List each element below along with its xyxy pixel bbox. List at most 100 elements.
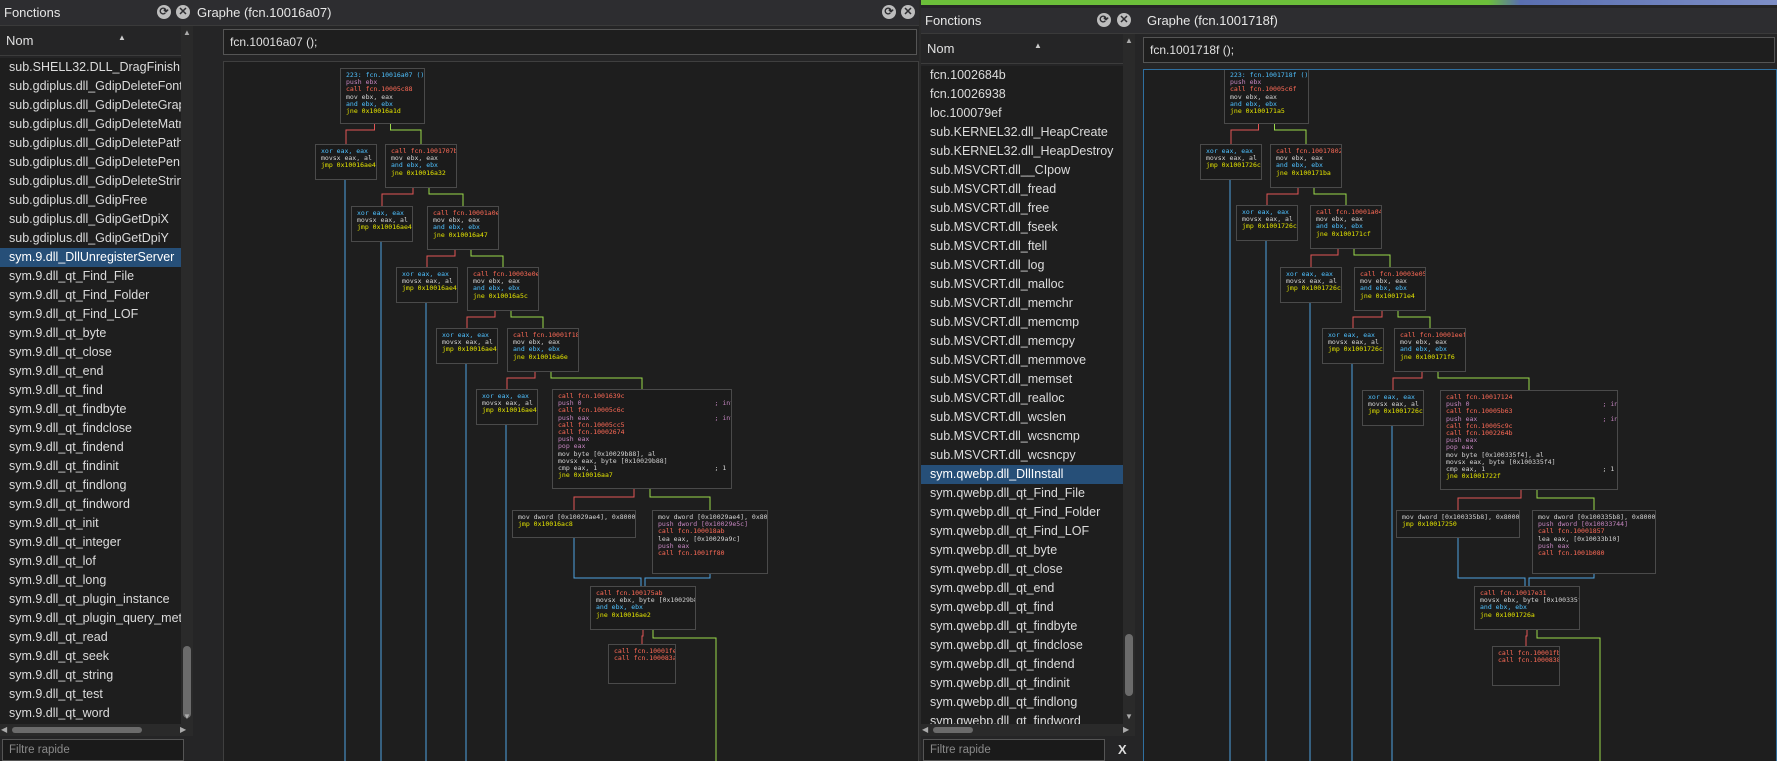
function-list-item[interactable]: sym.qwebp.dll_qt_findend [921,655,1123,674]
function-list-item[interactable]: sub.MSVCRT.dll_memchr [921,294,1123,313]
right-graph-canvas[interactable]: 223: fcn.1001718f (); push ebx call fcn.… [1143,69,1777,761]
function-list-item[interactable]: fcn.1002684b [921,66,1123,85]
function-list-item[interactable]: sub.MSVCRT.dll_memcmp [921,313,1123,332]
function-list-item[interactable]: sym.9.dll_qt_Find_LOF [0,305,181,324]
function-list-item[interactable]: sub.gdiplus.dll_GdipFree [0,191,181,210]
graph-basic-block[interactable]: call fcn.10003e0e mov ebx, eax and ebx, … [467,267,539,311]
graph-basic-block[interactable]: mov dword [0x100335b8], 0x80000001 push … [1532,510,1656,574]
right-column-header[interactable]: ▲ Nom [921,34,1123,64]
graph-basic-block[interactable]: xor eax, eax movsx eax, al jmp 0x1001726… [1200,144,1262,180]
function-list-item[interactable]: sym.9.dll_qt_end [0,362,181,381]
function-list-item[interactable]: sym.9.dll_qt_find [0,381,181,400]
left-graph-canvas[interactable]: 223: fcn.10016a07 (); push ebx call fcn.… [223,61,919,761]
right-function-signature[interactable]: fcn.1001718f (); [1143,37,1775,63]
graph-basic-block[interactable]: xor eax, eax movsx eax, al jmp 0x10016ae… [351,206,413,242]
function-list-item[interactable]: sub.MSVCRT.dll_memmove [921,351,1123,370]
graph-basic-block[interactable]: call fcn.10001eef mov ebx, eax and ebx, … [1394,328,1466,372]
function-list-item[interactable]: sym.qwebp.dll_qt_Find_LOF [921,522,1123,541]
graph-basic-block[interactable]: call fcn.1001707b mov ebx, eax and ebx, … [385,144,457,188]
scroll-left-icon[interactable]: ◀ [922,725,928,734]
scroll-up-icon[interactable]: ▲ [1125,36,1133,45]
function-list-item[interactable]: sym.qwebp.dll_qt_Find_Folder [921,503,1123,522]
right-filter-clear-button[interactable]: X [1118,742,1127,757]
float-icon[interactable]: ⟳ [882,5,896,19]
function-list-item[interactable]: sub.gdiplus.dll_GdipDeleteStringForm [0,172,181,191]
function-list-item[interactable]: sym.qwebp.dll_qt_findinit [921,674,1123,693]
function-list-item[interactable]: sub.KERNEL32.dll_HeapDestroy [921,142,1123,161]
function-list-item[interactable]: sym.qwebp.dll_DllInstall [921,465,1123,484]
function-list-item[interactable]: sym.qwebp.dll_qt_end [921,579,1123,598]
function-list-item[interactable]: sub.MSVCRT.dll_fread [921,180,1123,199]
left-vertical-scrollbar[interactable]: ▲ ▼ [181,26,193,724]
left-quick-filter-input[interactable]: Filtre rapide [2,739,184,761]
graph-basic-block[interactable]: 223: fcn.1001718f (); push ebx call fcn.… [1224,70,1309,124]
graph-basic-block[interactable]: xor eax, eax movsx eax, al jmp 0x1001726… [1280,267,1342,303]
right-scroll-thumb[interactable] [1125,634,1133,696]
function-list-item[interactable]: sub.MSVCRT.dll_free [921,199,1123,218]
graph-basic-block[interactable]: xor eax, eax movsx eax, al jmp 0x1001726… [1322,328,1384,364]
right-hscroll-thumb[interactable] [933,727,973,733]
graph-basic-block[interactable]: call fcn.10001a04 mov ebx, eax and ebx, … [1310,205,1382,249]
function-list-item[interactable]: sym.9.dll_qt_findlong [0,476,181,495]
close-icon[interactable]: ✕ [176,5,190,19]
function-list-item[interactable]: sym.qwebp.dll_qt_findbyte [921,617,1123,636]
graph-basic-block[interactable]: xor eax, eax movsx eax, al jmp 0x10016ae… [476,389,538,425]
function-list-item[interactable]: sym.9.dll_qt_byte [0,324,181,343]
graph-basic-block[interactable]: xor eax, eax movsx eax, al jmp 0x1001726… [1362,390,1424,426]
function-list-item[interactable]: sub.MSVCRT.dll_memset [921,370,1123,389]
function-list-item[interactable]: sub.SHELL32.DLL_DragFinish [0,58,181,77]
graph-basic-block[interactable]: call fcn.10017e31 movsx ebx, byte [0x100… [1474,586,1580,630]
function-list-item[interactable]: sym.qwebp.dll_qt_close [921,560,1123,579]
function-list-item[interactable]: loc.100079ef [921,104,1123,123]
function-list-item[interactable]: sym.9.dll_qt_close [0,343,181,362]
function-list-item[interactable]: sub.MSVCRT.dll_log [921,256,1123,275]
function-list-item[interactable]: sym.9.dll_DllUnregisterServer [0,248,181,267]
graph-basic-block[interactable]: call fcn.10003e05 mov ebx, eax and ebx, … [1354,267,1426,311]
function-list-item[interactable]: sym.9.dll_qt_integer [0,533,181,552]
function-list-item[interactable]: sym.9.dll_qt_string [0,666,181,685]
function-list-item[interactable]: sym.9.dll_qt_long [0,571,181,590]
graph-basic-block[interactable]: call fcn.10001fb7 call fcn.1000838d [1492,646,1560,686]
function-list-item[interactable]: sym.qwebp.dll_qt_byte [921,541,1123,560]
float-icon[interactable]: ⟳ [1097,13,1111,27]
right-vertical-scrollbar[interactable]: ▲ ▼ [1123,34,1135,724]
function-list-item[interactable]: sub.MSVCRT.dll_wcslen [921,408,1123,427]
function-list-item[interactable]: sym.9.dll_qt_Find_Folder [0,286,181,305]
graph-basic-block[interactable]: xor eax, eax movsx eax, al jmp 0x10016ae… [436,328,498,364]
graph-basic-block[interactable]: call fcn.10017124 push 0 ; int32_t arg_8… [1440,390,1618,490]
scroll-right-icon[interactable]: ▶ [180,725,186,734]
function-list-item[interactable]: sym.9.dll_qt_findword [0,495,181,514]
function-list-item[interactable]: sym.9.dll_qt_findend [0,438,181,457]
function-list-item[interactable]: sub.MSVCRT.dll_wcsncpy [921,446,1123,465]
graph-basic-block[interactable]: call fcn.1001639c push 0 ; int32_t arg_8… [552,389,732,489]
function-list-item[interactable]: sym.qwebp.dll_qt_findword [921,712,1123,724]
float-icon[interactable]: ⟳ [157,5,171,19]
graph-basic-block[interactable]: call fcn.10001f18 mov ebx, eax and ebx, … [507,328,579,372]
function-list-item[interactable]: sub.KERNEL32.dll_HeapCreate [921,123,1123,142]
function-list-item[interactable]: sub.gdiplus.dll_GdipDeletePath [0,134,181,153]
function-list-item[interactable]: sub.gdiplus.dll_GdipGetDpiX [0,210,181,229]
function-list-item[interactable]: sym.9.dll_qt_findinit [0,457,181,476]
function-list-item[interactable]: sym.qwebp.dll_qt_find [921,598,1123,617]
left-horizontal-scrollbar[interactable]: ◀ ▶ [0,724,193,736]
function-list-item[interactable]: sub.gdiplus.dll_GdipDeletePen [0,153,181,172]
right-quick-filter-input[interactable]: Filtre rapide [923,739,1105,761]
function-list-item[interactable]: fcn.10026938 [921,85,1123,104]
function-list-item[interactable]: sym.9.dll_qt_word [0,704,181,723]
left-column-header[interactable]: ▲ Nom [0,26,181,56]
function-list-item[interactable]: sym.9.dll_qt_plugin_instance [0,590,181,609]
function-list-item[interactable]: sub.MSVCRT.dll_wcsncmp [921,427,1123,446]
scroll-right-icon[interactable]: ▶ [1123,725,1129,734]
function-list-item[interactable]: sym.9.dll_qt_plugin_query_metadata [0,609,181,628]
graph-basic-block[interactable]: 223: fcn.10016a07 (); push ebx call fcn.… [340,68,425,124]
right-horizontal-scrollbar[interactable]: ◀ ▶ [921,724,1135,736]
function-list-item[interactable]: sym.qwebp.dll_qt_Find_File [921,484,1123,503]
function-list-item[interactable]: sym.9.dll_qt_init [0,514,181,533]
function-list-item[interactable]: sub.gdiplus.dll_GdipDeleteMatrix [0,115,181,134]
graph-basic-block[interactable]: mov dword [0x100335b8], 0x80000002 jmp 0… [1396,510,1520,538]
function-list-item[interactable]: sym.qwebp.dll_qt_findlong [921,693,1123,712]
function-list-item[interactable]: sym.9.dll_qt_read [0,628,181,647]
graph-basic-block[interactable]: mov dword [0x10029ae4], 0x80000002 jmp 0… [512,510,636,538]
scroll-down-icon[interactable]: ▼ [1125,712,1133,721]
function-list-item[interactable]: sub.MSVCRT.dll_realloc [921,389,1123,408]
